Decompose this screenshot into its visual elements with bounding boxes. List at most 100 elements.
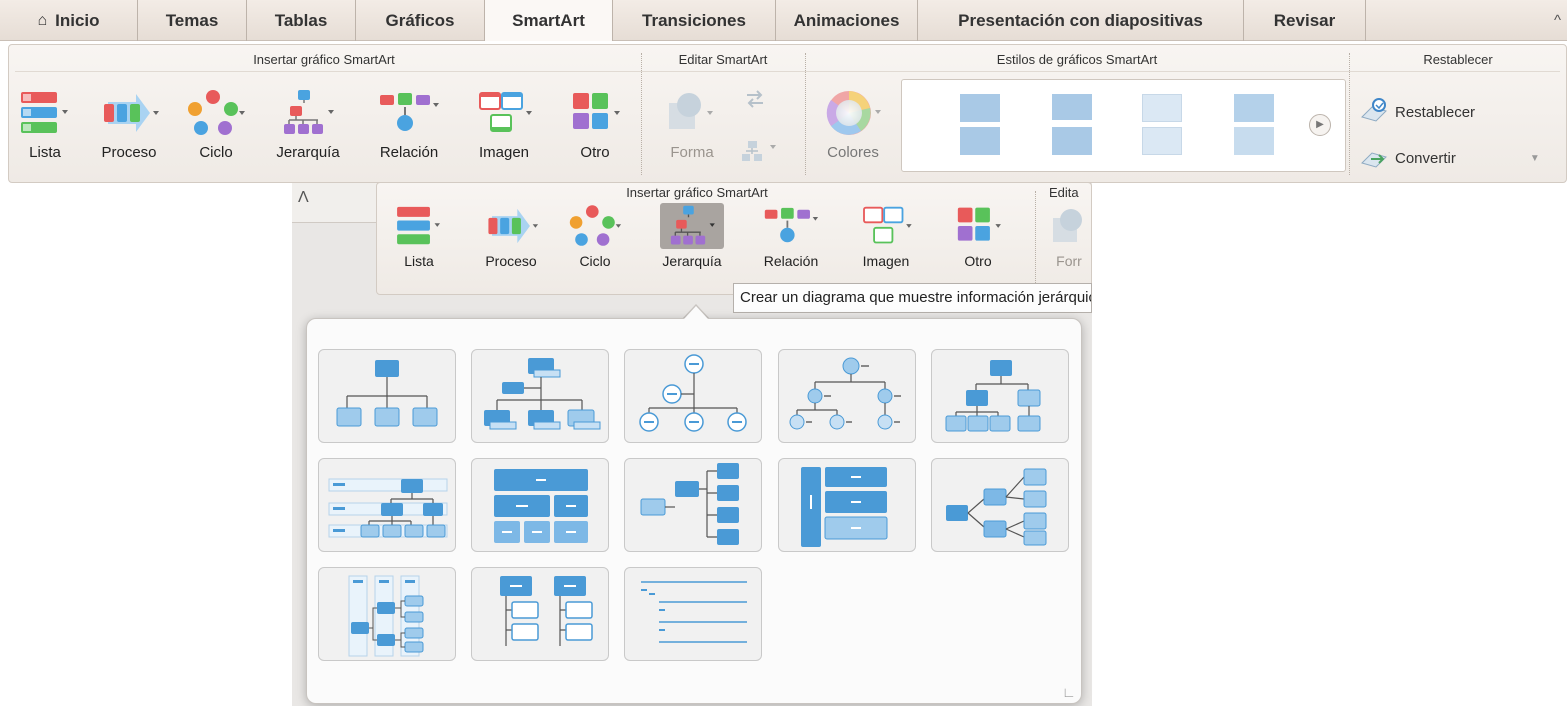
gallery-item-table-hierarchy[interactable]: [471, 458, 609, 552]
tab-temas[interactable]: Temas: [138, 0, 247, 41]
divider: [641, 53, 642, 175]
org-chart-thumbnail: [336, 360, 438, 427]
reset-button[interactable]: Restablecer: [1359, 97, 1475, 127]
other-icon: [952, 203, 1004, 249]
relationship-icon: [763, 203, 819, 249]
group-title-edit: Editar SmartArt: [678, 52, 768, 67]
picture-button[interactable]: Imagen: [469, 85, 539, 161]
gallery-item-architecture-lines[interactable]: [624, 567, 762, 661]
labeled-circle-hierarchy-thumbnail: [789, 357, 901, 430]
reset-icon: [1359, 97, 1389, 127]
smartart-styles-gallery[interactable]: ▶: [901, 79, 1346, 172]
style-thumbnail[interactable]: [1142, 94, 1182, 156]
relationship-label: Relación: [379, 144, 439, 161]
relationship-button[interactable]: Relación: [753, 203, 829, 269]
layout-icon[interactable]: [739, 139, 779, 170]
style-thumbnail[interactable]: [960, 94, 1000, 156]
resize-grip-icon[interactable]: ∟: [1062, 684, 1076, 700]
tab-animaciones[interactable]: Animaciones: [776, 0, 918, 41]
tab-smartart[interactable]: SmartArt: [485, 0, 613, 41]
gallery-item-horizontal-multilevel[interactable]: [931, 458, 1069, 552]
tab-label: Gráficos: [385, 10, 455, 30]
shape-button[interactable]: Forma: [657, 85, 727, 161]
list-label: Lista: [404, 253, 434, 269]
table-hierarchy-thumbnail: [494, 469, 588, 543]
group-title-insert: Insertar gráfico SmartArt: [626, 185, 768, 200]
hierarchy-label: Jerarquía: [276, 144, 340, 161]
collapse-ribbon-button[interactable]: ^: [1366, 0, 1567, 40]
gallery-item-hierarchy-list[interactable]: [471, 567, 609, 661]
tab-presentacion[interactable]: Presentación con diapositivas: [918, 0, 1244, 41]
gallery-next-button[interactable]: ▶: [1309, 114, 1331, 136]
picture-button[interactable]: Imagen: [851, 203, 921, 269]
hierarchy-tooltip: Crear un diagrama que muestre informació…: [733, 283, 1092, 313]
shape-icon: [1049, 203, 1089, 249]
picture-icon: [474, 85, 534, 140]
group-title-reset: Restablecer: [1423, 52, 1493, 67]
gallery-item-circle-hierarchy[interactable]: [624, 349, 762, 443]
convert-button[interactable]: Convertir ▼: [1359, 143, 1540, 173]
hierarchy-icon: [280, 85, 336, 140]
other-button[interactable]: Otro: [557, 85, 633, 161]
chevron-down-icon[interactable]: ▼: [1530, 153, 1540, 164]
tab-label: SmartArt: [512, 10, 585, 30]
gallery-item-stacked-list[interactable]: [778, 458, 916, 552]
process-button[interactable]: Proceso: [473, 203, 549, 269]
list-button[interactable]: Lista: [13, 85, 77, 161]
hierarchy-icon: [660, 203, 724, 249]
labeled-hierarchy-thumbnail: [328, 478, 448, 538]
cycle-icon: [186, 85, 246, 140]
style-thumbnail[interactable]: [1234, 94, 1274, 156]
lined-hierarchy-thumbnail: [348, 575, 424, 657]
swap-direction-icon[interactable]: [743, 87, 767, 116]
gallery-item-name-title-org-chart[interactable]: [471, 349, 609, 443]
tab-tablas[interactable]: Tablas: [247, 0, 356, 41]
other-icon: [567, 85, 623, 140]
tab-label: Presentación con diapositivas: [958, 10, 1203, 30]
colors-label: Colores: [827, 144, 879, 161]
tab-revisar[interactable]: Revisar: [1244, 0, 1366, 41]
colors-button[interactable]: Colores: [815, 85, 891, 161]
shape-button[interactable]: Forr: [1045, 203, 1093, 269]
chevron-up-icon: ^: [1553, 11, 1561, 29]
other-label: Otro: [580, 144, 610, 161]
process-label: Proceso: [101, 144, 157, 161]
process-icon: [98, 85, 160, 140]
text-style-icon: Λ: [298, 189, 309, 206]
cycle-label: Ciclo: [199, 144, 233, 161]
gallery-item-horizontal-hierarchy[interactable]: [624, 458, 762, 552]
list-button[interactable]: Lista: [387, 203, 451, 269]
name-title-org-chart-thumbnail: [484, 358, 601, 430]
convert-icon: [1359, 143, 1389, 173]
tab-label: Revisar: [1273, 10, 1336, 30]
hierarchy-button[interactable]: Jerarquía: [265, 85, 351, 161]
style-thumbnail[interactable]: [1052, 94, 1092, 156]
gallery-item-labeled-circle-hierarchy[interactable]: [778, 349, 916, 443]
tab-inicio[interactable]: ⌂ Inicio: [0, 0, 138, 41]
gallery-item-lined-hierarchy[interactable]: [318, 567, 456, 661]
other-button[interactable]: Otro: [943, 203, 1013, 269]
cycle-button[interactable]: Ciclo: [563, 203, 627, 269]
cycle-label: Ciclo: [579, 253, 611, 269]
tab-graficos[interactable]: Gráficos: [356, 0, 485, 41]
tab-label: Inicio: [55, 10, 100, 30]
smartart-ribbon: Insertar gráfico SmartArt Editar SmartAr…: [8, 44, 1567, 183]
hierarchy-button[interactable]: Jerarquía: [647, 203, 737, 269]
process-button[interactable]: Proceso: [89, 85, 169, 161]
other-label: Otro: [964, 253, 992, 269]
list-label: Lista: [29, 144, 61, 161]
gallery-item-labeled-hierarchy[interactable]: [318, 458, 456, 552]
tab-transiciones[interactable]: Transiciones: [613, 0, 776, 41]
list-icon: [19, 85, 71, 140]
process-icon: [483, 203, 539, 249]
gallery-item-hierarchy[interactable]: [931, 349, 1069, 443]
hierarchy-list-thumbnail: [500, 576, 593, 646]
circle-hierarchy-thumbnail: [639, 354, 747, 432]
tab-label: Animaciones: [793, 10, 900, 30]
reset-label: Restablecer: [1395, 103, 1476, 121]
shape-icon: [663, 85, 721, 140]
picture-icon: [858, 203, 914, 249]
gallery-item-organization-chart[interactable]: [318, 349, 456, 443]
relationship-button[interactable]: Relación: [369, 85, 449, 161]
cycle-button[interactable]: Ciclo: [181, 85, 251, 161]
